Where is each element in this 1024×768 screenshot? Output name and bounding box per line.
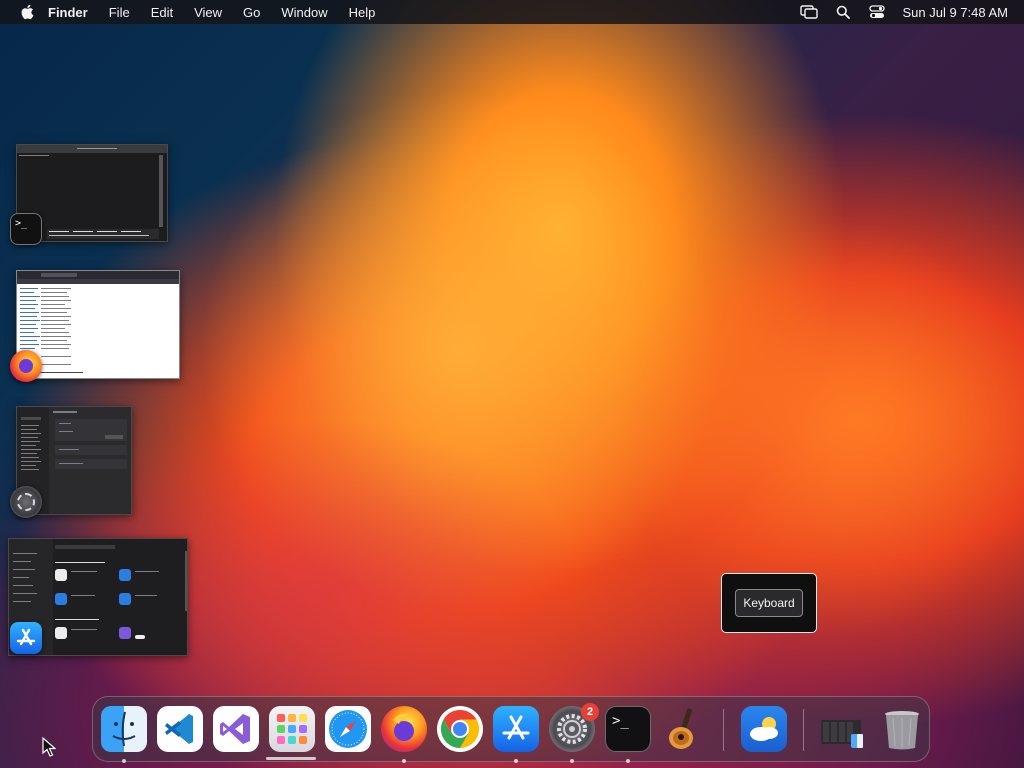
dock-item-terminal[interactable]: >_ — [605, 706, 651, 752]
dock-item-safari[interactable] — [325, 706, 371, 752]
menu-go[interactable]: Go — [243, 5, 260, 20]
dock-separator — [723, 709, 724, 751]
firefox-icon — [10, 350, 42, 382]
weather-icon — [750, 717, 778, 741]
running-indicator-system-settings — [570, 759, 574, 763]
running-indicator-finder — [122, 759, 126, 763]
trash-icon — [885, 711, 919, 750]
running-indicator-firefox — [402, 759, 406, 763]
running-indicator-terminal — [626, 759, 630, 763]
menu-window[interactable]: Window — [281, 5, 327, 20]
dock-item-chrome[interactable] — [437, 706, 483, 752]
control-center-icon[interactable] — [868, 4, 886, 20]
vscode-icon — [165, 714, 193, 744]
visual-studio-icon — [220, 714, 250, 744]
app-store-icon — [502, 715, 530, 740]
keyboard-overlay: Keyboard — [721, 573, 817, 633]
dock-item-weather[interactable] — [741, 706, 787, 752]
firefox-icon — [393, 713, 414, 741]
launchpad-icon — [277, 714, 307, 744]
chrome-icon — [440, 709, 480, 749]
dock-item-vscode[interactable] — [157, 706, 203, 752]
menu-bar-clock[interactable]: Sun Jul 9 7:48 AM — [902, 5, 1008, 20]
dock-item-finder[interactable] — [101, 706, 147, 752]
dock-item-trash[interactable] — [879, 706, 925, 752]
dock-item-visual-studio[interactable] — [213, 706, 259, 752]
terminal-icon: >_ — [612, 713, 629, 729]
search-icon[interactable] — [834, 4, 852, 20]
screen-mirroring-icon[interactable] — [800, 4, 819, 20]
menu-file[interactable]: File — [109, 5, 130, 20]
stack-folder-icon — [821, 720, 863, 748]
dock-item-launchpad[interactable] — [269, 706, 315, 752]
mouse-cursor-icon — [42, 737, 56, 757]
apple-menu-icon[interactable] — [20, 4, 34, 20]
garageband-icon — [669, 708, 693, 749]
menu-edit[interactable]: Edit — [151, 5, 173, 20]
menu-view[interactable]: View — [194, 5, 222, 20]
dock-item-downloads-stack[interactable] — [819, 706, 865, 752]
terminal-icon: >_ — [10, 213, 42, 245]
menu-bar: Finder File Edit View Go Window Help Sun… — [0, 0, 1024, 24]
notification-badge: 2 — [581, 703, 599, 721]
app-store-icon — [10, 622, 42, 654]
desktop: Finder File Edit View Go Window Help Sun… — [0, 0, 1024, 768]
keyboard-overlay-label: Keyboard — [735, 589, 803, 617]
safari-icon — [329, 710, 367, 748]
running-indicator-app-store — [514, 759, 518, 763]
system-settings-icon — [10, 486, 42, 518]
dock-item-garageband[interactable] — [661, 706, 707, 752]
dock-scroll-indicator — [266, 757, 316, 760]
dock-item-firefox[interactable] — [381, 706, 427, 752]
dock: 2 >_ — [92, 696, 930, 763]
finder-icon — [112, 711, 136, 747]
dock-item-app-store[interactable] — [493, 706, 539, 752]
dock-separator — [803, 709, 804, 751]
menu-app-name[interactable]: Finder — [48, 5, 88, 20]
menu-help[interactable]: Help — [349, 5, 376, 20]
